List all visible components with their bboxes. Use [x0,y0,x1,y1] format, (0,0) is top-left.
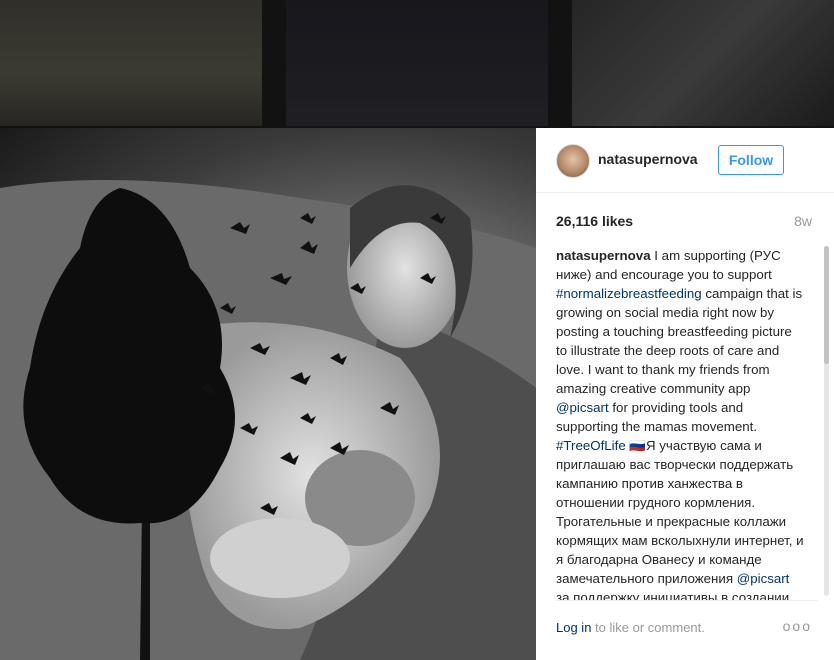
follow-button[interactable]: Follow [718,145,784,175]
login-prompt: Log in to like or comment. [556,620,705,635]
likes-count[interactable]: 26,116 likes [556,213,633,229]
caption-container: natasupernova I am supporting (РУС ниже)… [556,246,818,601]
post-details-panel: natasupernova Follow 26,116 likes 8w nat… [536,128,834,660]
caption-hashtag-link[interactable]: @picsart [556,400,609,415]
more-options-icon[interactable]: ooo [783,618,812,634]
avatar[interactable] [556,144,590,178]
header-username[interactable]: natasupernova [598,151,698,167]
photo-artwork [0,180,536,660]
caption-hashtag-link[interactable]: #TreeOfLife [556,438,626,453]
caption-username[interactable]: natasupernova [556,248,651,263]
caption-text-segment: campaign that is growing on social media… [556,286,803,396]
login-suffix: to like or comment. [591,620,705,635]
caption-body: I am supporting (РУС ниже) and encourage… [556,248,804,601]
login-link[interactable]: Log in [556,620,591,635]
modal-overlay[interactable] [0,0,834,128]
caption-text-segment: 🇷🇺Я участвую сама и приглашаю вас творче… [556,438,804,586]
profile-grid-background [0,0,834,128]
caption-hashtag-link[interactable]: #normalizebreastfeeding [556,286,702,301]
caption-text-segment: за поддержку инициативы в создании всей … [556,590,790,601]
caption-hashtag-link[interactable]: @picsart [737,571,790,586]
post-header: natasupernova Follow [536,128,834,193]
caption-text: natasupernova I am supporting (РУС ниже)… [556,246,806,601]
caption-scrollbar[interactable] [824,246,829,596]
post-photo[interactable] [0,128,536,660]
scrollbar-thumb[interactable] [824,246,829,364]
post-age[interactable]: 8w [794,213,812,229]
